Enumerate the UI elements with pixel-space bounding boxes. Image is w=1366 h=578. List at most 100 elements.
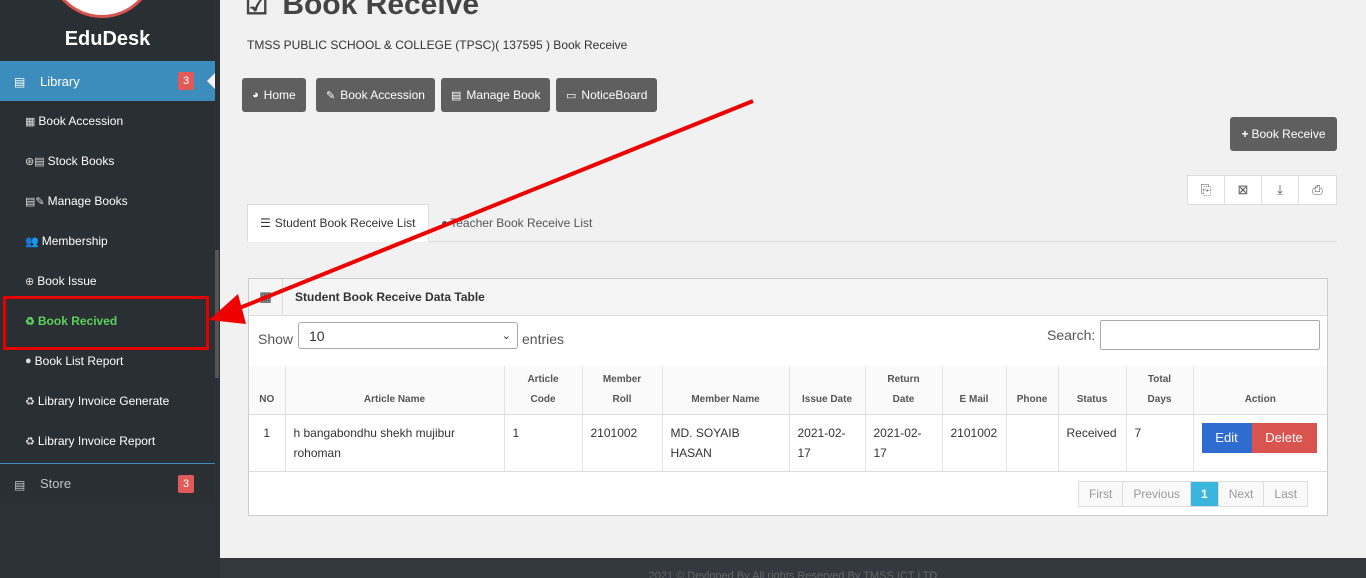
- search-input[interactable]: [1100, 320, 1320, 350]
- logo: [48, 0, 156, 18]
- book-receive-table: NO Article Name Article Code Member Roll M…: [249, 366, 1327, 472]
- edit-icon: ✎: [326, 89, 336, 102]
- add-book-receive-button[interactable]: + Book Receive: [1230, 117, 1337, 151]
- recycle-icon: ♻: [25, 395, 35, 408]
- page-1-button[interactable]: 1: [1191, 482, 1219, 506]
- entries-select-value: 10: [309, 327, 325, 344]
- column-header-member-name[interactable]: Member Name: [662, 366, 790, 415]
- table-row: 1 h bangabondhu shekh mujibur rohoman 1 …: [249, 414, 1327, 472]
- next-page-button[interactable]: Next: [1218, 482, 1265, 506]
- home-button[interactable]: ◕ Home: [242, 78, 306, 112]
- column-header-return-date[interactable]: Return Date: [865, 366, 943, 415]
- column-header-email[interactable]: E Mail: [942, 366, 1007, 415]
- sidebar-item-label: Membership: [41, 234, 108, 248]
- highlight-box: [3, 296, 209, 350]
- sidebar: EduDesk ▤ Library 3 ▦ Book Accession ⊛▤ …: [0, 0, 220, 578]
- column-header-issue-date[interactable]: Issue Date: [789, 366, 866, 415]
- noticeboard-button[interactable]: ▭ NoticeBoard: [556, 78, 658, 112]
- page-title-text: Book Receive: [282, 0, 480, 21]
- sidebar-item-label: Library: [40, 73, 80, 89]
- home-button-label: Home: [263, 88, 296, 102]
- previous-page-button[interactable]: Previous: [1123, 482, 1192, 506]
- sidebar-item-library-invoice-report[interactable]: ♻ Library Invoice Report: [0, 421, 215, 461]
- tab-label: Student Book Receive List: [274, 216, 416, 230]
- delete-button[interactable]: Delete: [1251, 423, 1317, 453]
- entries-select[interactable]: 10 ⌄: [298, 322, 518, 349]
- show-label: Show: [258, 331, 294, 347]
- list-icon: ▭: [566, 89, 577, 102]
- manage-book-button-label: Manage Book: [466, 88, 541, 102]
- plus-icon: +: [1241, 127, 1249, 141]
- sidebar-item-store[interactable]: ▤ Store 3: [0, 463, 215, 503]
- cell-phone: [1006, 414, 1059, 472]
- dashboard-icon: ◕: [252, 89, 259, 101]
- footer: 2021 © Devloped By All rights Reserved B…: [220, 558, 1366, 578]
- sidebar-item-membership[interactable]: 👥 Membership: [0, 221, 215, 261]
- column-header-no[interactable]: NO: [249, 366, 286, 415]
- noticeboard-button-label: NoticeBoard: [581, 88, 648, 102]
- sidebar-menu: EduDesk ▤ Library 3 ▦ Book Accession ⊛▤ …: [0, 0, 215, 503]
- tab-label: Teacher Book Receive List: [450, 216, 593, 230]
- sidebar-item-label: Book Issue: [37, 274, 97, 288]
- panel-title: Student Book Receive Data Table: [295, 290, 485, 304]
- download-icon[interactable]: ⤓: [1262, 176, 1299, 204]
- cell-article-name: h bangabondhu shekh mujibur rohoman: [285, 414, 505, 472]
- column-header-total-days[interactable]: Total Days: [1126, 366, 1194, 415]
- column-header-member-roll[interactable]: Member Roll: [582, 366, 663, 415]
- excel-export-icon[interactable]: ⊠: [1225, 176, 1262, 204]
- book-edit-icon: ▤✎: [25, 195, 45, 208]
- users-icon: 👥: [25, 235, 39, 248]
- edit-button[interactable]: Edit: [1201, 423, 1252, 453]
- cell-no: 1: [249, 414, 286, 472]
- sidebar-item-label: Library Invoice Report: [37, 434, 156, 448]
- circle-icon: ●: [25, 355, 32, 367]
- sidebar-item-library[interactable]: ▤ Library 3: [0, 61, 215, 101]
- chevron-down-icon: ⌄: [501, 330, 511, 342]
- book-icon: ▤: [14, 477, 26, 492]
- table-header-row: NO Article Name Article Code Member Roll M…: [249, 366, 1327, 415]
- panel-header: ▦ Student Book Receive Data Table: [249, 278, 1327, 316]
- last-page-button[interactable]: Last: [1264, 482, 1308, 506]
- sidebar-item-stock-books[interactable]: ⊛▤ Stock Books: [0, 141, 215, 181]
- sidebar-item-manage-books[interactable]: ▤✎ Manage Books: [0, 181, 215, 221]
- column-header-status[interactable]: Status: [1058, 366, 1127, 415]
- page-subtitle: TMSS PUBLIC SCHOOL & COLLEGE (TPSC)( 137…: [247, 38, 628, 52]
- list-icon: ☰: [260, 216, 271, 230]
- first-page-button[interactable]: First: [1079, 482, 1124, 506]
- column-header-action[interactable]: Action: [1193, 366, 1327, 415]
- pdf-export-icon[interactable]: ⎘: [1188, 176, 1225, 204]
- column-header-phone[interactable]: Phone: [1006, 366, 1059, 415]
- sidebar-item-book-accession[interactable]: ▦ Book Accession: [0, 101, 215, 141]
- book-icon: ▤: [14, 75, 26, 89]
- sidebar-item-label: Library Invoice Generate: [37, 394, 170, 408]
- sidebar-item-label: Book Accession: [38, 114, 124, 128]
- cell-article-code: 1: [504, 414, 583, 472]
- library-count-badge: 3: [178, 72, 194, 90]
- sidebar-item-label: Book List Report: [34, 354, 124, 368]
- sidebar-scrollbar[interactable]: [215, 250, 219, 378]
- sidebar-item-label: Stock Books: [47, 154, 115, 168]
- column-header-article-code[interactable]: Article Code: [504, 366, 583, 415]
- plus-circle-icon: ⊕: [25, 275, 35, 288]
- manage-book-button[interactable]: ▤ Manage Book: [441, 78, 551, 112]
- book-icon: ▤: [451, 89, 462, 102]
- sidebar-item-library-invoice-generate[interactable]: ♻ Library Invoice Generate: [0, 381, 215, 421]
- data-table-panel: ▦ Student Book Receive Data Table Show 1…: [248, 278, 1328, 516]
- tab-student-book-receive-list[interactable]: ☰ Student Book Receive List: [247, 204, 429, 242]
- grid-icon: ▦: [249, 278, 283, 316]
- export-toolbar: ⎘ ⊠ ⤓ ⎙: [1187, 175, 1337, 205]
- sidebar-item-label: Store: [40, 476, 72, 491]
- cell-return-date: 2021-02-17: [865, 414, 943, 472]
- tab-teacher-book-receive-list[interactable]: ● Teacher Book Receive List: [429, 204, 604, 242]
- brand-name: EduDesk: [64, 28, 151, 50]
- stock-icon: ⊛▤: [25, 155, 45, 168]
- book-accession-button-label: Book Accession: [340, 88, 425, 102]
- pagination: First Previous 1 Next Last: [1078, 481, 1309, 507]
- column-header-article-name[interactable]: Article Name: [285, 366, 505, 415]
- recycle-icon: ♻: [25, 435, 35, 448]
- page-title: ☑ Book Receive: [245, 0, 479, 22]
- book-accession-button[interactable]: ✎ Book Accession: [316, 78, 435, 112]
- print-icon[interactable]: ⎙: [1299, 176, 1336, 204]
- search-label: Search:: [1047, 327, 1096, 343]
- sidebar-item-book-issue[interactable]: ⊕ Book Issue: [0, 261, 215, 301]
